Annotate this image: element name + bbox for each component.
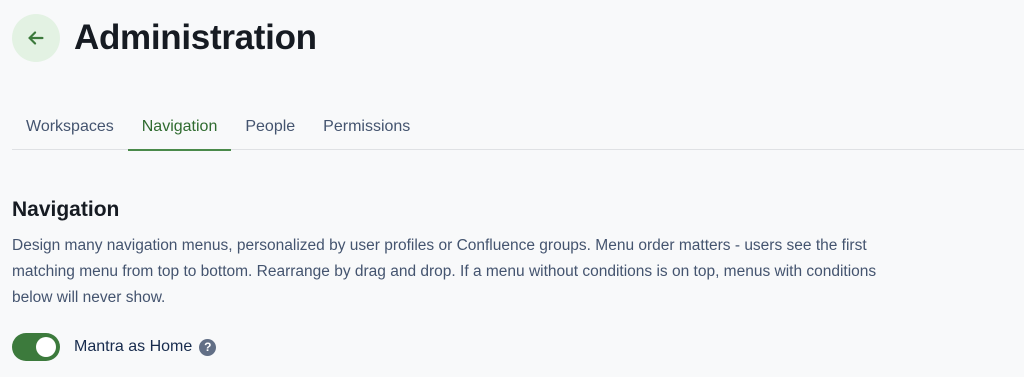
page-header: Administration — [12, 14, 317, 62]
arrow-left-icon — [28, 31, 44, 45]
section-description: Design many navigation menus, personaliz… — [12, 237, 877, 306]
tab-people[interactable]: People — [231, 104, 309, 150]
admin-tabs: Workspaces Navigation People Permissions — [12, 104, 1024, 151]
tab-permissions[interactable]: Permissions — [309, 104, 424, 150]
section-title: Navigation — [12, 198, 120, 221]
tab-workspaces[interactable]: Workspaces — [12, 104, 128, 150]
toggle-knob — [36, 337, 56, 357]
question-circle-icon[interactable]: ? — [199, 338, 217, 356]
back-button[interactable] — [12, 14, 60, 62]
mantra-home-label: Mantra as Home — [74, 338, 193, 355]
mantra-home-toggle[interactable] — [12, 333, 60, 361]
tab-navigation[interactable]: Navigation — [127, 104, 232, 151]
page-title: Administration — [74, 18, 317, 57]
mantra-home-setting: Mantra as Home ? — [12, 333, 217, 361]
